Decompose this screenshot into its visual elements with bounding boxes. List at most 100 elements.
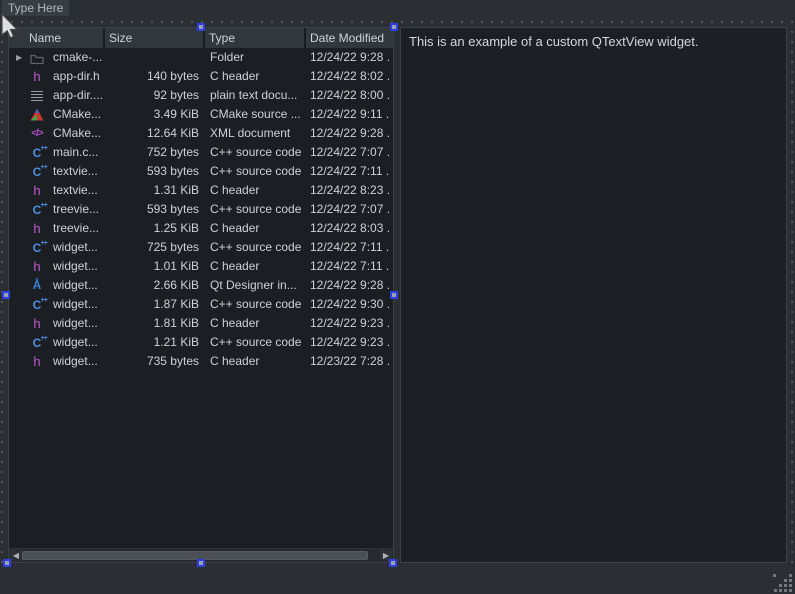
file-size: 1.81 KiB bbox=[105, 314, 205, 333]
file-type: C header bbox=[205, 219, 306, 238]
table-row[interactable]: C++ widget... 725 bytes C++ source code … bbox=[9, 238, 393, 257]
table-row[interactable]: CMake... 3.49 KiB CMake source ... 12/24… bbox=[9, 105, 393, 124]
file-size: 1.01 KiB bbox=[105, 257, 205, 276]
file-type: C++ source code bbox=[205, 333, 306, 352]
file-name: app-dir.h bbox=[53, 67, 100, 86]
file-type: C header bbox=[205, 181, 306, 200]
table-row[interactable]: Å widget... 2.66 KiB Qt Designer in... 1… bbox=[9, 276, 393, 295]
column-header-type[interactable]: Type bbox=[205, 28, 306, 48]
table-row[interactable]: C++ textvie... 593 bytes C++ source code… bbox=[9, 162, 393, 181]
resize-grip[interactable] bbox=[773, 574, 793, 593]
file-type: C++ source code bbox=[205, 238, 306, 257]
table-row[interactable]: C++ main.c... 752 bytes C++ source code … bbox=[9, 143, 393, 162]
folder-icon bbox=[29, 50, 45, 65]
file-date-modified: 12/24/22 7:11 . bbox=[306, 257, 393, 276]
file-size: 752 bytes bbox=[105, 143, 205, 162]
table-row[interactable]: app-dir.... 92 bytes plain text docu... … bbox=[9, 86, 393, 105]
file-name: CMake... bbox=[53, 124, 101, 143]
table-row[interactable]: h widget... 1.81 KiB C header 12/24/22 9… bbox=[9, 314, 393, 333]
cpp-icon: C++ bbox=[29, 335, 45, 350]
file-tree-widget[interactable]: Name Size Type Date Modified ▶ cmake-...… bbox=[8, 27, 394, 563]
file-size: 593 bytes bbox=[105, 200, 205, 219]
file-name: main.c... bbox=[53, 143, 98, 162]
file-date-modified: 12/24/22 9:28 . bbox=[306, 48, 393, 67]
file-size: 1.87 KiB bbox=[105, 295, 205, 314]
file-name: cmake-... bbox=[53, 48, 102, 67]
table-row[interactable]: ▶ cmake-... Folder 12/24/22 9:28 . bbox=[9, 48, 393, 67]
cpp-icon: C++ bbox=[29, 202, 45, 217]
file-name: widget... bbox=[53, 257, 98, 276]
file-date-modified: 12/24/22 7:11 . bbox=[306, 238, 393, 257]
selection-handle-middle-right[interactable] bbox=[390, 291, 398, 299]
column-header-date-modified[interactable]: Date Modified bbox=[306, 28, 393, 48]
file-type: Folder bbox=[205, 48, 306, 67]
selection-handle-top-left[interactable] bbox=[4, 23, 12, 31]
file-type: plain text docu... bbox=[205, 86, 306, 105]
file-name: widget... bbox=[53, 238, 98, 257]
file-type: C++ source code bbox=[205, 143, 306, 162]
table-row[interactable]: h treevie... 1.25 KiB C header 12/24/22 … bbox=[9, 219, 393, 238]
file-size: 1.31 KiB bbox=[105, 181, 205, 200]
selection-handle-top-middle[interactable] bbox=[197, 23, 205, 31]
file-size: 12.64 KiB bbox=[105, 124, 205, 143]
file-name: textvie... bbox=[53, 181, 98, 200]
file-date-modified: 12/24/22 8:03 . bbox=[306, 219, 393, 238]
file-size: 3.49 KiB bbox=[105, 105, 205, 124]
xml-icon: </> bbox=[29, 126, 45, 141]
file-size: 593 bytes bbox=[105, 162, 205, 181]
scroll-left-button[interactable]: ◀ bbox=[10, 550, 22, 561]
tree-header: Name Size Type Date Modified bbox=[9, 28, 393, 48]
file-size: 92 bytes bbox=[105, 86, 205, 105]
table-row[interactable]: h widget... 735 bytes C header 12/23/22 … bbox=[9, 352, 393, 371]
table-row[interactable]: </> CMake... 12.64 KiB XML document 12/2… bbox=[9, 124, 393, 143]
selection-handle-middle-left[interactable] bbox=[2, 291, 10, 299]
file-date-modified: 12/24/22 9:28 . bbox=[306, 276, 393, 295]
column-header-name[interactable]: Name bbox=[9, 28, 105, 48]
selection-handle-bottom-right[interactable] bbox=[389, 559, 397, 567]
file-type: C header bbox=[205, 352, 306, 371]
table-row[interactable]: h app-dir.h 140 bytes C header 12/24/22 … bbox=[9, 67, 393, 86]
cpp-icon: C++ bbox=[29, 145, 45, 160]
selection-handle-bottom-middle[interactable] bbox=[197, 559, 205, 567]
cmake-icon bbox=[29, 107, 45, 122]
c-header-icon: h bbox=[29, 183, 45, 198]
qt-ui-icon: Å bbox=[29, 278, 45, 293]
table-row[interactable]: C++ treevie... 593 bytes C++ source code… bbox=[9, 200, 393, 219]
table-row[interactable]: h widget... 1.01 KiB C header 12/24/22 7… bbox=[9, 257, 393, 276]
file-name: CMake... bbox=[53, 105, 101, 124]
file-size: 1.21 KiB bbox=[105, 333, 205, 352]
file-name: treevie... bbox=[53, 200, 99, 219]
text-view-widget[interactable]: This is an example of a custom QTextView… bbox=[400, 27, 787, 563]
text-doc-icon bbox=[29, 88, 45, 103]
file-date-modified: 12/24/22 9:28 . bbox=[306, 124, 393, 143]
file-type: XML document bbox=[205, 124, 306, 143]
scrollbar-thumb[interactable] bbox=[22, 551, 368, 560]
file-type: C header bbox=[205, 257, 306, 276]
file-name: widget... bbox=[53, 314, 98, 333]
file-date-modified: 12/24/22 9:11 . bbox=[306, 105, 393, 124]
c-header-icon: h bbox=[29, 69, 45, 84]
cpp-icon: C++ bbox=[29, 164, 45, 179]
menubar-type-here[interactable]: Type Here bbox=[2, 0, 69, 16]
table-row[interactable]: h textvie... 1.31 KiB C header 12/24/22 … bbox=[9, 181, 393, 200]
column-header-size[interactable]: Size bbox=[105, 28, 205, 48]
cpp-icon: C++ bbox=[29, 240, 45, 255]
file-type: C header bbox=[205, 67, 306, 86]
tree-body: ▶ cmake-... Folder 12/24/22 9:28 . h app… bbox=[9, 48, 393, 548]
expand-caret-icon[interactable]: ▶ bbox=[16, 48, 29, 67]
file-date-modified: 12/24/22 9:23 . bbox=[306, 314, 393, 333]
file-name: widget... bbox=[53, 333, 98, 352]
file-date-modified: 12/24/22 7:11 . bbox=[306, 162, 393, 181]
table-row[interactable]: C++ widget... 1.21 KiB C++ source code 1… bbox=[9, 333, 393, 352]
file-name: widget... bbox=[53, 276, 98, 295]
table-row[interactable]: C++ widget... 1.87 KiB C++ source code 1… bbox=[9, 295, 393, 314]
file-size: 2.66 KiB bbox=[105, 276, 205, 295]
selection-handle-top-right[interactable] bbox=[390, 23, 398, 31]
file-name: treevie... bbox=[53, 219, 99, 238]
file-date-modified: 12/24/22 8:00 . bbox=[306, 86, 393, 105]
file-type: C header bbox=[205, 314, 306, 333]
file-size: 1.25 KiB bbox=[105, 219, 205, 238]
selection-handle-bottom-left[interactable] bbox=[3, 559, 11, 567]
c-header-icon: h bbox=[29, 221, 45, 236]
file-size: 725 bytes bbox=[105, 238, 205, 257]
